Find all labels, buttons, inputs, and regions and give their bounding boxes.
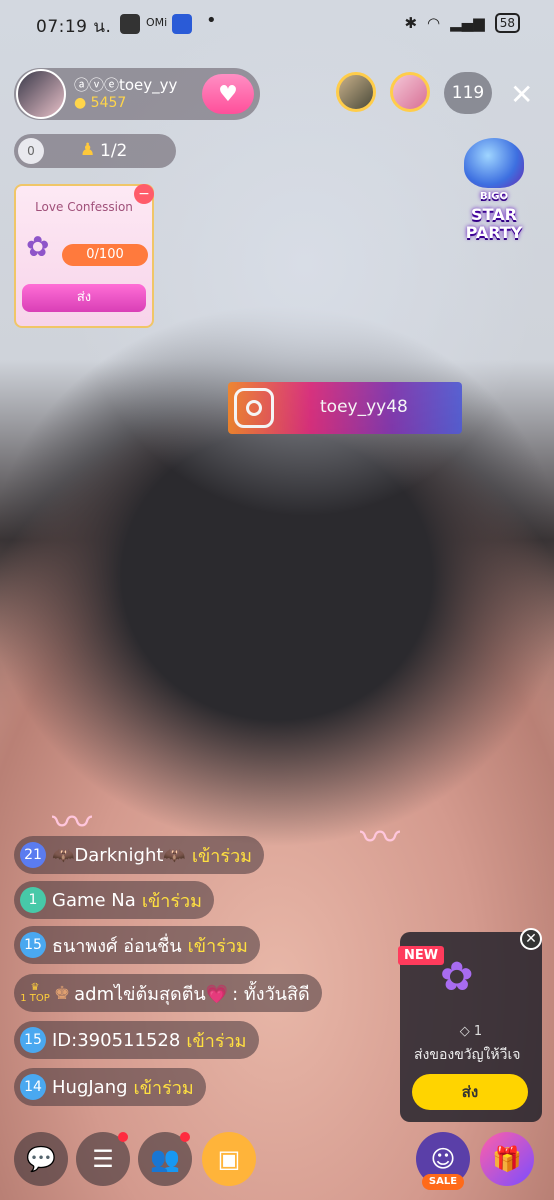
sale-avatar-icon: ☺ (430, 1145, 456, 1173)
chat-message[interactable]: 14 HugJang เข้าร่วม (14, 1068, 206, 1106)
treasure-chest-icon[interactable]: ▣ (202, 1132, 256, 1186)
love-confession-progress: 0/100 (62, 244, 148, 266)
signal-icon: ▂▄▆ (450, 14, 485, 32)
menu-icon[interactable]: ☰ (76, 1132, 130, 1186)
rank-level: 1/2 (100, 141, 128, 161)
heart-plus-icon: ♥ (218, 81, 238, 107)
top-viewer-avatar-2[interactable] (390, 72, 430, 112)
party-line2: PARTY (465, 223, 523, 242)
notification-dot (180, 1132, 190, 1142)
gift-price: ◇ 1 (400, 1024, 542, 1039)
level-badge: 14 (20, 1074, 46, 1100)
star-party-banner[interactable]: BIGO STAR PARTY (448, 138, 540, 242)
app-notification-icon (120, 14, 140, 34)
level-badge: 15 (20, 932, 46, 958)
close-icon[interactable]: ✕ (510, 78, 533, 111)
love-confession-send-button[interactable]: ส่ง (22, 284, 146, 312)
diamond-icon: ◇ (459, 1024, 470, 1039)
wifi-icon: ◠ (427, 14, 441, 32)
gift-send-button[interactable]: ส่ง (412, 1074, 528, 1110)
chat-message[interactable]: 1 Game Na เข้าร่วม (14, 881, 215, 919)
level-badge: 21 (20, 842, 46, 868)
gift-price-value: 1 (473, 1024, 483, 1039)
chat-icon[interactable]: 💬 (14, 1132, 68, 1186)
chat-user[interactable]: admไข่ต้มสุดตีน💗 (74, 979, 228, 1008)
viewer-count[interactable]: 119 (444, 72, 492, 114)
star-rank-icon: 0 (18, 138, 44, 164)
gift-label: ส่งของขวัญให้วีเจ (414, 1047, 521, 1063)
party-brand: BIGO (479, 191, 509, 202)
chat-user[interactable]: ID:390511528 (52, 1030, 180, 1051)
top-rank: 1 (20, 993, 27, 1004)
love-confession-widget[interactable]: − Love Confession ✿ 0/100 ส่ง (14, 184, 154, 328)
party-line1: STAR (471, 205, 517, 224)
chat-action: เข้าร่วม (191, 845, 253, 867)
notification-dot (118, 1132, 128, 1142)
chat-action: เข้าร่วม (133, 1077, 194, 1099)
chat-user[interactable]: 🦇Darknight🦇 (52, 845, 186, 866)
bluetooth-icon: ✱ (404, 14, 418, 32)
chat-action: เข้าร่วม (186, 1030, 247, 1052)
sale-badge: SALE (422, 1174, 464, 1190)
status-time: 07:19 น. (36, 17, 112, 37)
host-coins-value: 5457 (90, 95, 127, 111)
party-ball-icon (464, 138, 524, 188)
chat-user[interactable]: Game Na (52, 890, 136, 911)
instagram-icon (234, 388, 274, 428)
chat-message[interactable]: ♛ 1 TOP ♚ admไข่ต้มสุดตีน💗 : ทั้งวันสิดี (14, 974, 322, 1012)
coin-icon: ● (74, 95, 87, 111)
gift-flower-icon: ✿ (440, 954, 474, 1000)
chat-user[interactable]: ธนาพงศ์ อ่อนชื่น (52, 931, 182, 960)
chat-message[interactable]: 21 🦇Darknight🦇 เข้าร่วม (14, 836, 265, 874)
chat-user[interactable]: HugJang (52, 1077, 128, 1098)
chat-text: : ทั้งวันสิดี (232, 983, 310, 1005)
instagram-handle: toey_yy48 (320, 397, 408, 417)
status-right: ✱ ◠ ▂▄▆ 58 (404, 13, 520, 33)
gift-promo-card[interactable]: NEW ✕ ✿ ◇ 1 ส่งของขวัญให้วีเจ ส่ง (398, 928, 542, 1122)
cheek-sticker-right: 〰 (360, 815, 400, 861)
battery-icon: 58 (494, 13, 520, 33)
top-viewer-avatar-1[interactable] (336, 72, 376, 112)
new-badge: NEW (398, 946, 445, 965)
follow-button[interactable]: ♥ (202, 74, 254, 114)
chat-message[interactable]: 15 ID:390511528 เข้าร่วม (14, 1021, 259, 1059)
omi-label: OMi (146, 16, 168, 29)
chat-action: เข้าร่วม (187, 935, 248, 957)
dot-icon: • (206, 10, 217, 31)
rank-bar[interactable]: 0 ♟ 1/2 (14, 134, 176, 168)
flower-icon: ✿ (26, 230, 50, 263)
host-info[interactable]: ⓐⓥⓔtoey_yy ● 5457 ♥ (14, 68, 260, 120)
host-coins: ● 5457 (74, 95, 126, 111)
host-avatar[interactable] (16, 69, 66, 119)
close-gift-card-icon[interactable]: ✕ (520, 928, 542, 950)
vip-badge-icon: ♚ (54, 982, 71, 1004)
multi-guest-icon[interactable]: 👥 (138, 1132, 192, 1186)
level-badge: 1 (20, 887, 46, 913)
sale-offer-button[interactable]: ☺ SALE (416, 1132, 470, 1190)
love-confession-title: Love Confession (35, 200, 133, 214)
top-label: TOP (29, 993, 50, 1004)
instagram-banner[interactable]: toey_yy48 (228, 382, 462, 434)
status-bar: 07:19 น. OMi • ✱ ◠ ▂▄▆ 58 (0, 0, 554, 48)
ex-app-icon (172, 14, 192, 34)
person-icon: ♟ (80, 140, 96, 160)
chat-action: เข้าร่วม (141, 890, 203, 912)
host-name: ⓐⓥⓔtoey_yy (74, 76, 178, 94)
top-crown-badge: ♛ 1 TOP (20, 982, 50, 1004)
level-badge: 15 (20, 1027, 46, 1053)
chat-message[interactable]: 15 ธนาพงศ์ อ่อนชื่น เข้าร่วม (14, 926, 260, 964)
gift-box-icon[interactable]: 🎁 (480, 1132, 534, 1186)
